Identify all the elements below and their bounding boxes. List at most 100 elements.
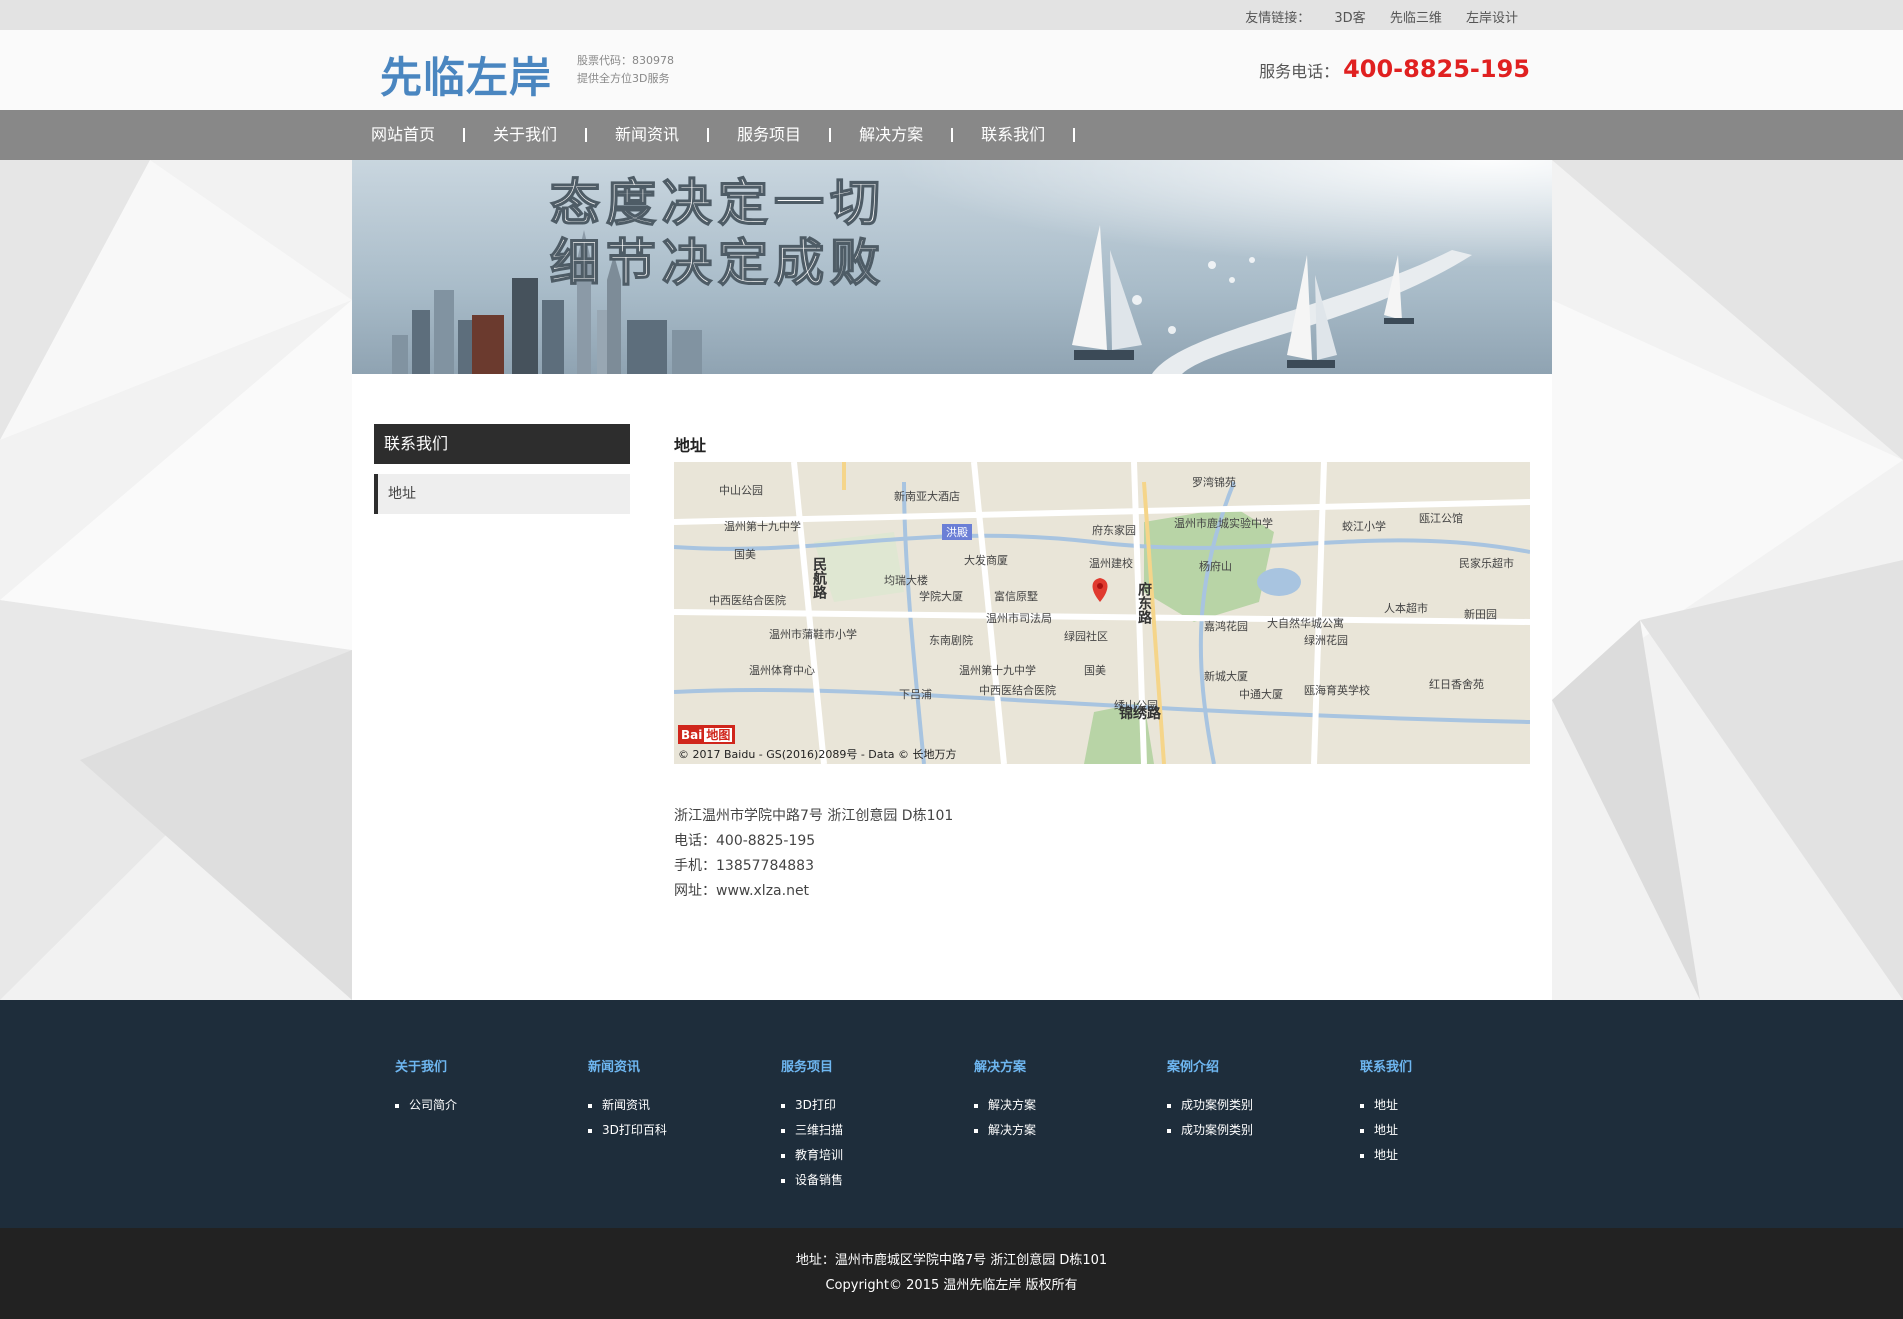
map-label: 温州建校 (1089, 556, 1133, 570)
map-label: 新田园 (1464, 607, 1497, 621)
contact-website[interactable]: 网址：www.xlza.net (674, 879, 953, 904)
map-label: 杨府山 (1199, 559, 1232, 573)
map-road-label: 锦绣路 (1119, 705, 1162, 722)
footer-col-title[interactable]: 关于我们 (395, 1056, 457, 1075)
contact-phone: 电话：400-8825-195 (674, 833, 816, 849)
baidu-logo-text: Bai (681, 728, 703, 742)
nav-divider (585, 128, 588, 142)
map-label: 红日香舍苑 (1429, 677, 1484, 691)
site-logo[interactable]: 先临左岸 (380, 44, 552, 105)
footer-link[interactable]: 地址 (1360, 1118, 1412, 1143)
nav-divider (1073, 128, 1076, 142)
contact-info: 浙江温州市学院中路7号 浙江创意园 D栋101 电话：400-8825-195 … (674, 804, 953, 904)
nav-label: 服务项目 (737, 125, 802, 144)
friend-link-zuoan[interactable]: 左岸设计 (1466, 11, 1518, 26)
footer-link[interactable]: 地址 (1360, 1143, 1412, 1168)
map-label: 温州市鹿城实验中学 (1174, 516, 1273, 530)
top-utility-bar: 友情链接： 3D客 先临三维 左岸设计 (0, 0, 1903, 30)
map-label: 蛟江小学 (1342, 519, 1386, 533)
nav-item-contact[interactable]: 联系我们 (981, 110, 1103, 160)
map-label: 瓯江公馆 (1419, 511, 1463, 525)
friend-link-xianlin[interactable]: 先临三维 (1390, 11, 1442, 26)
footer-link[interactable]: 新闻资讯 (588, 1093, 667, 1118)
banner-line1: 态度决定一切 (550, 173, 886, 232)
footer-col-title[interactable]: 服务项目 (781, 1056, 843, 1075)
stock-code: 股票代码：830978 (577, 54, 674, 67)
footer-link[interactable]: 成功案例类别 (1167, 1093, 1253, 1118)
map-road-label: 民航路 (811, 557, 827, 599)
footer-col-services: 服务项目 3D打印 三维扫描 教育培训 设备销售 (781, 1056, 843, 1193)
footer-col-contact: 联系我们 地址 地址 地址 (1360, 1056, 1412, 1168)
footer-col-title[interactable]: 案例介绍 (1167, 1056, 1253, 1075)
tagline: 提供全方位3D服务 (577, 72, 670, 85)
contact-address: 浙江温州市学院中路7号 浙江创意园 D栋101 (674, 808, 954, 824)
footer-link[interactable]: 解决方案 (974, 1118, 1036, 1143)
map-copyright: © 2017 Baidu - GS(2016)2089号 - Data © 长地… (678, 748, 957, 761)
footer-link[interactable]: 3D打印 (781, 1093, 843, 1118)
friend-link-3dke[interactable]: 3D客 (1334, 11, 1365, 26)
nav-label: 网站首页 (371, 125, 436, 144)
map-label: 府东家园 (1092, 523, 1136, 537)
map-label: 大自然华城公寓 (1267, 616, 1344, 630)
footer-link[interactable]: 解决方案 (974, 1093, 1036, 1118)
friend-links-label: 友情链接： (1245, 11, 1311, 26)
footer-link[interactable]: 地址 (1360, 1093, 1412, 1118)
map-road-label: 府东路 (1136, 581, 1152, 624)
nav-label: 联系我们 (981, 125, 1046, 144)
map-label: 新城大厦 (1204, 669, 1248, 683)
footer-link[interactable]: 3D打印百科 (588, 1118, 667, 1143)
nav-label: 解决方案 (859, 125, 924, 144)
baidu-map-logo[interactable]: Bai 地图 (678, 725, 736, 744)
map-label: 嘉鸿花园 (1204, 619, 1248, 633)
sidebar-item-address[interactable]: 地址 (374, 474, 630, 514)
contact-mobile: 手机：13857784883 (674, 858, 814, 874)
nav-divider (951, 128, 954, 142)
map-label: 温州市司法局 (986, 611, 1052, 625)
hero-banner: 态度决定一切 细节决定成败 (352, 160, 1552, 374)
nav-item-solutions[interactable]: 解决方案 (859, 110, 981, 160)
map-label: 绿洲花园 (1304, 633, 1348, 647)
footer-link[interactable]: 设备销售 (781, 1168, 843, 1193)
main-nav: 网站首页 关于我们 新闻资讯 服务项目 解决方案 联系我们 (0, 110, 1903, 160)
nav-item-services[interactable]: 服务项目 (737, 110, 859, 160)
nav-divider (707, 128, 710, 142)
map-label: 中西医结合医院 (709, 593, 786, 607)
footer-link[interactable]: 三维扫描 (781, 1118, 843, 1143)
map-label: 大发商厦 (964, 553, 1008, 567)
nav-divider (463, 128, 466, 142)
footer-link[interactable]: 成功案例类别 (1167, 1118, 1253, 1143)
nav-item-home[interactable]: 网站首页 (371, 110, 493, 160)
baidu-map[interactable]: 中山公园 新南亚大酒店 罗湾锦苑 温州市鹿城实验中学 府东家园 蛟江小学 瓯江公… (674, 462, 1530, 764)
map-label: 新南亚大酒店 (894, 489, 960, 503)
footer-col-title[interactable]: 新闻资讯 (588, 1056, 667, 1075)
baidu-logo-suffix: 地图 (704, 728, 733, 742)
footer-col-about: 关于我们 公司简介 (395, 1056, 457, 1118)
map-label: 温州体育中心 (749, 663, 815, 677)
footer-link[interactable]: 公司简介 (395, 1093, 457, 1118)
banner-line2: 细节决定成败 (550, 233, 886, 292)
footer-col-title[interactable]: 解决方案 (974, 1056, 1036, 1075)
map-canvas[interactable]: 中山公园 新南亚大酒店 罗湾锦苑 温州市鹿城实验中学 府东家园 蛟江小学 瓯江公… (674, 462, 1530, 764)
nav-divider (829, 128, 832, 142)
copyright-bar: 地址：温州市鹿城区学院中路7号 浙江创意园 D栋101 Copyright© 2… (0, 1228, 1903, 1319)
map-district-label: 洪殿 (946, 525, 968, 539)
map-label: 东南剧院 (929, 633, 973, 647)
footer-link[interactable]: 教育培训 (781, 1143, 843, 1168)
site-footer: 关于我们 公司简介 新闻资讯 新闻资讯 3D打印百科 服务项目 3D打印 三维扫… (0, 1000, 1903, 1228)
map-label: 国美 (734, 548, 756, 561)
footer-col-solutions: 解决方案 解决方案 解决方案 (974, 1056, 1036, 1143)
footer-col-title[interactable]: 联系我们 (1360, 1056, 1412, 1075)
map-label: 民家乐超市 (1459, 556, 1514, 570)
footer-address: 地址：温州市鹿城区学院中路7号 浙江创意园 D栋101 (795, 1253, 1108, 1268)
nav-item-about[interactable]: 关于我们 (493, 110, 615, 160)
map-label: 富信原墅 (994, 589, 1038, 603)
site-header: 先临左岸 股票代码：830978 提供全方位3D服务 服务电话： 400-8825… (0, 30, 1903, 110)
map-label: 下吕浦 (899, 688, 932, 701)
map-label: 中通大厦 (1239, 687, 1283, 701)
nav-item-news[interactable]: 新闻资讯 (615, 110, 737, 160)
map-label: 学院大厦 (919, 589, 963, 603)
map-label: 绿园社区 (1064, 629, 1108, 643)
page-title: 地址 (674, 436, 707, 455)
hotline-label: 服务电话： (1259, 62, 1340, 81)
footer-copyright: Copyright© 2015 温州先临左岸 版权所有 (825, 1278, 1078, 1293)
